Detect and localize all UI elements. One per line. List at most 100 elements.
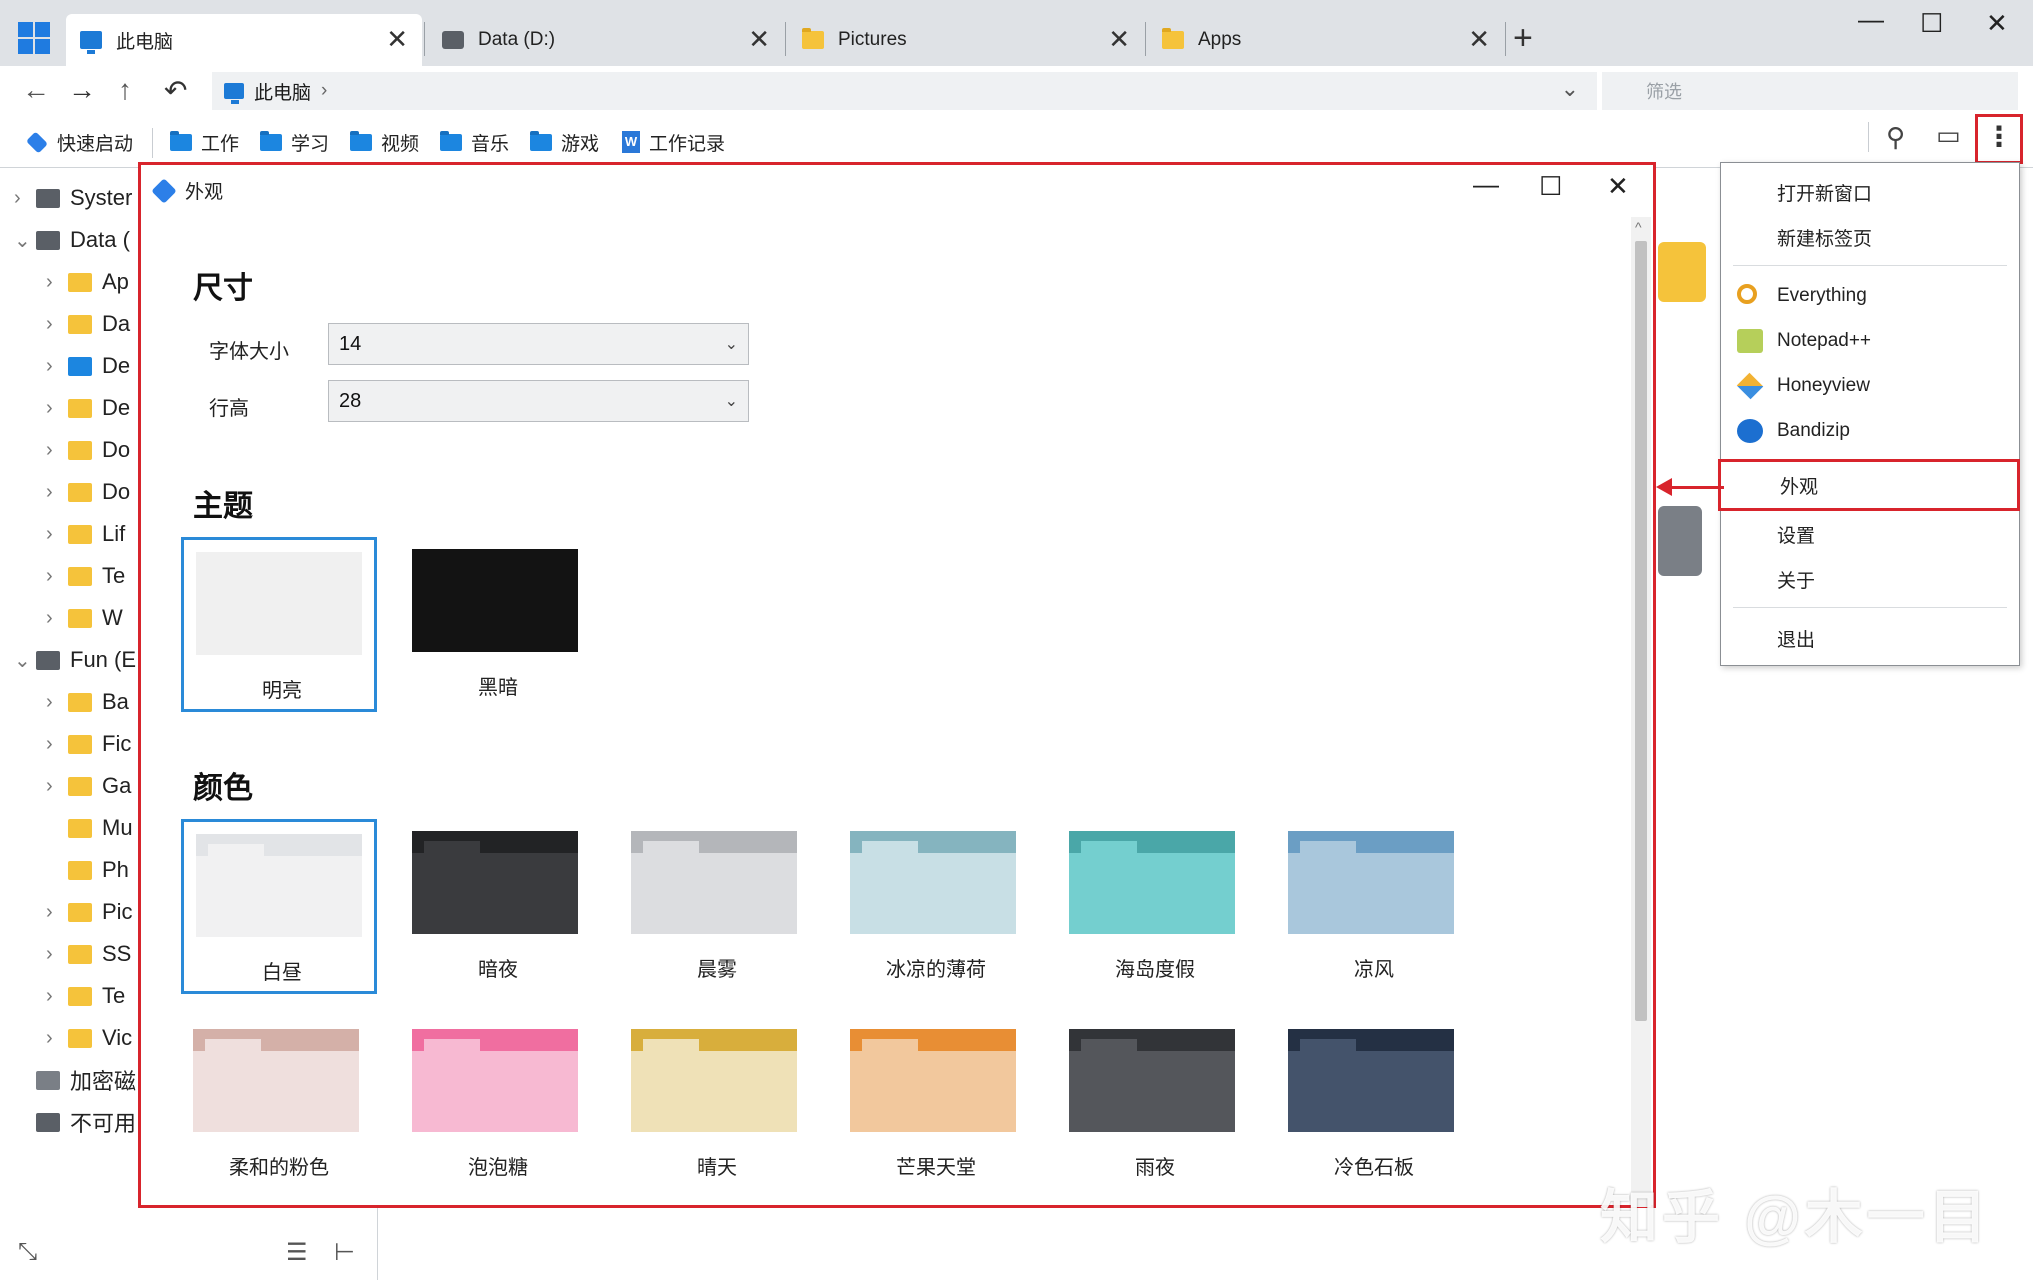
- more-options-button[interactable]: ⋮: [1975, 114, 2023, 164]
- menu-item-new-tab[interactable]: 新建标签页: [1721, 216, 2019, 258]
- chevron-right-icon[interactable]: ›: [46, 271, 68, 294]
- tree-item[interactable]: › Ap: [46, 264, 129, 300]
- chevron-down-icon[interactable]: ⌄: [14, 228, 36, 253]
- music-folder-icon[interactable]: [1658, 242, 1706, 302]
- tree-item[interactable]: ⌄ Fun (E: [14, 642, 136, 678]
- close-icon[interactable]: ✕: [1607, 171, 1629, 202]
- tree-item[interactable]: › De: [46, 390, 130, 426]
- forward-arrow-icon[interactable]: →: [68, 74, 96, 106]
- collapse-all-icon[interactable]: ⤡: [18, 1238, 37, 1266]
- maximize-icon[interactable]: ☐: [1539, 171, 1562, 202]
- color-option[interactable]: 冷色石板: [1276, 1017, 1472, 1192]
- chevron-right-icon[interactable]: ›: [46, 691, 68, 714]
- minimize-icon[interactable]: —: [1473, 169, 1499, 200]
- tree-item[interactable]: › Fic: [46, 726, 131, 762]
- close-icon[interactable]: ✕: [748, 26, 770, 52]
- color-option[interactable]: 雨夜: [1057, 1017, 1253, 1192]
- tree-item[interactable]: › W: [46, 600, 123, 636]
- tree-item[interactable]: › Ba: [46, 684, 129, 720]
- color-option[interactable]: 冰凉的薄荷: [838, 819, 1034, 994]
- chevron-right-icon[interactable]: ›: [46, 313, 68, 336]
- tab-this-pc[interactable]: 此电脑 ✕: [66, 14, 422, 66]
- chevron-right-icon[interactable]: ›: [46, 733, 68, 756]
- chevron-right-icon[interactable]: ›: [46, 565, 68, 588]
- color-option[interactable]: 海岛度假: [1057, 819, 1253, 994]
- tree-item[interactable]: 加密磁: [14, 1062, 136, 1098]
- tree-item[interactable]: › Te: [46, 978, 125, 1014]
- bookmark-games[interactable]: 游戏: [530, 128, 599, 156]
- tree-item[interactable]: › Do: [46, 432, 130, 468]
- tree-item[interactable]: ⌄ Data (: [14, 222, 130, 258]
- chevron-right-icon[interactable]: ›: [46, 355, 68, 378]
- filter-input[interactable]: 筛选: [1602, 72, 2018, 110]
- chevron-right-icon[interactable]: ›: [46, 943, 68, 966]
- bookmark-work[interactable]: 工作: [170, 128, 239, 156]
- scroll-up-icon[interactable]: ^: [1635, 219, 1642, 235]
- tree-item[interactable]: 不可用: [14, 1104, 136, 1140]
- close-icon[interactable]: ✕: [1108, 26, 1130, 52]
- tab-pictures[interactable]: Pictures ✕: [788, 14, 1144, 66]
- bookmark-music[interactable]: 音乐: [440, 128, 509, 156]
- breadcrumb-this-pc[interactable]: 此电脑: [254, 78, 311, 105]
- close-icon[interactable]: ✕: [1468, 26, 1490, 52]
- tree-item[interactable]: › Da: [46, 306, 130, 342]
- scrollbar-thumb[interactable]: [1635, 241, 1647, 1021]
- font-size-select[interactable]: 14 ⌄: [328, 323, 749, 365]
- tree-item[interactable]: › Do: [46, 474, 130, 510]
- tree-item[interactable]: › Lif: [46, 516, 125, 552]
- color-option[interactable]: 晴天: [619, 1017, 815, 1192]
- bookmark-quick-launch[interactable]: 快速启动: [25, 128, 133, 156]
- tab-apps[interactable]: Apps ✕: [1148, 14, 1504, 66]
- chevron-right-icon[interactable]: ›: [46, 523, 68, 546]
- tree-item[interactable]: › De: [46, 348, 130, 384]
- chevron-right-icon[interactable]: ›: [46, 775, 68, 798]
- tree-item[interactable]: › SS: [46, 936, 131, 972]
- tree-item[interactable]: Ph: [46, 852, 129, 888]
- menu-item-about[interactable]: 关于: [1721, 558, 2019, 600]
- up-arrow-icon[interactable]: ↑: [118, 74, 132, 106]
- bookmark-video[interactable]: 视频: [350, 128, 419, 156]
- tree-view-icon[interactable]: ⊢: [334, 1238, 355, 1267]
- chevron-right-icon[interactable]: ›: [46, 607, 68, 630]
- menu-item-everything[interactable]: Everything: [1721, 275, 2019, 317]
- chevron-down-icon[interactable]: ⌄: [1561, 76, 1579, 102]
- color-option[interactable]: 芒果天堂: [838, 1017, 1034, 1192]
- search-icon[interactable]: ⚲: [1886, 122, 1905, 153]
- chevron-right-icon[interactable]: ›: [46, 985, 68, 1008]
- windows-logo-icon[interactable]: [18, 22, 50, 54]
- menu-item-honeyview[interactable]: Honeyview: [1721, 365, 2019, 407]
- color-option[interactable]: 泡泡糖: [400, 1017, 596, 1192]
- address-bar[interactable]: 此电脑 › ⌄: [212, 72, 1597, 110]
- back-arrow-icon[interactable]: ←: [22, 74, 50, 106]
- tab-data-drive[interactable]: Data (D:) ✕: [428, 14, 784, 66]
- chevron-right-icon[interactable]: ›: [46, 1027, 68, 1050]
- chevron-down-icon[interactable]: ⌄: [14, 648, 36, 673]
- tree-item[interactable]: › Vic: [46, 1020, 132, 1056]
- menu-item-open-new-window[interactable]: 打开新窗口: [1721, 171, 2019, 213]
- close-icon[interactable]: ✕: [386, 26, 408, 52]
- tree-item[interactable]: › Pic: [46, 894, 133, 930]
- chevron-right-icon[interactable]: ›: [46, 439, 68, 462]
- menu-item-bandizip[interactable]: Bandizip: [1721, 410, 2019, 452]
- new-tab-plus-icon[interactable]: +: [1513, 20, 1533, 56]
- locked-drive-icon[interactable]: [1658, 506, 1702, 576]
- preview-pane-icon[interactable]: ▭: [1936, 120, 1961, 151]
- menu-item-notepadpp[interactable]: Notepad++: [1721, 320, 2019, 362]
- color-option[interactable]: 白昼: [181, 819, 377, 994]
- theme-option[interactable]: 明亮: [181, 537, 377, 712]
- menu-item-settings[interactable]: 设置: [1721, 513, 2019, 555]
- chevron-right-icon[interactable]: ›: [14, 187, 36, 210]
- chevron-right-icon[interactable]: ›: [46, 397, 68, 420]
- chevron-right-icon[interactable]: ›: [46, 901, 68, 924]
- color-option[interactable]: 晨雾: [619, 819, 815, 994]
- scrollbar[interactable]: ^: [1631, 217, 1651, 1207]
- maximize-icon[interactable]: ☐: [1920, 8, 1943, 39]
- outdent-icon[interactable]: ☰: [286, 1238, 308, 1267]
- bookmark-study[interactable]: 学习: [260, 128, 329, 156]
- color-option[interactable]: 暗夜: [400, 819, 596, 994]
- minimize-icon[interactable]: —: [1858, 4, 1884, 35]
- menu-item-exit[interactable]: 退出: [1721, 617, 2019, 659]
- tree-item[interactable]: › Syster: [14, 180, 132, 216]
- color-option[interactable]: 凉风: [1276, 819, 1472, 994]
- close-window-icon[interactable]: ✕: [1986, 8, 2008, 39]
